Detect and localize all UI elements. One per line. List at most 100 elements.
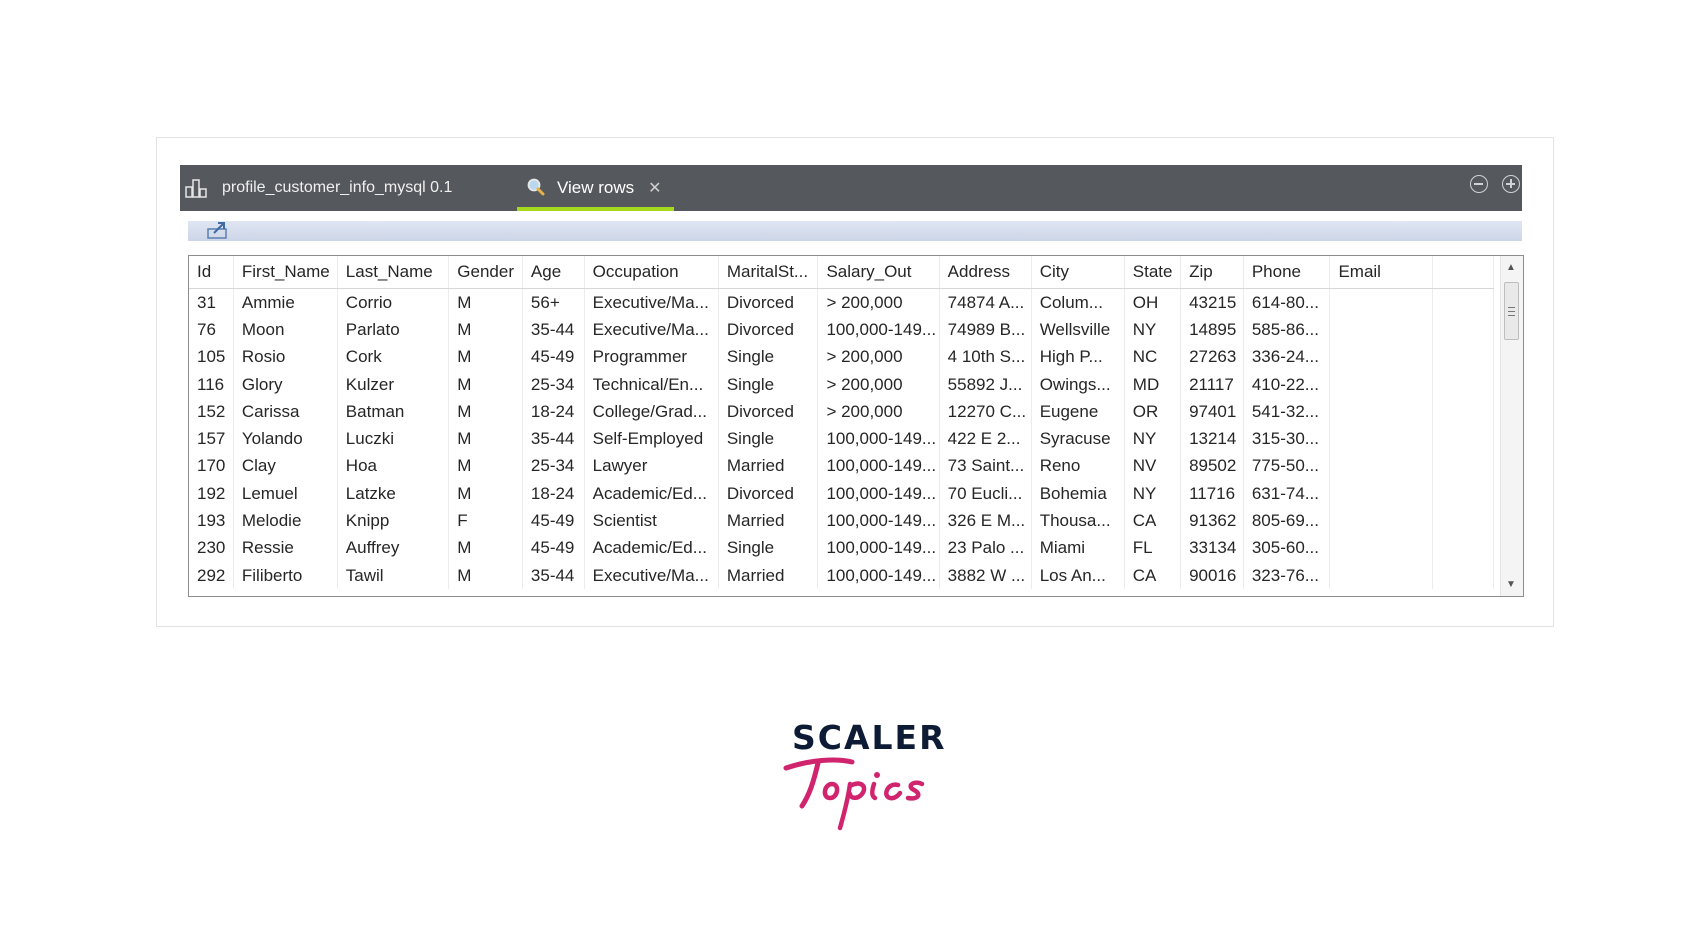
table-cell[interactable]: 4 10th S... bbox=[939, 343, 1032, 371]
table-cell[interactable]: Lemuel bbox=[233, 480, 338, 508]
column-header[interactable]: Phone bbox=[1243, 256, 1331, 289]
table-cell[interactable]: 25-34 bbox=[522, 370, 585, 399]
table-cell[interactable]: Moon bbox=[233, 316, 338, 344]
table-cell[interactable]: Scientist bbox=[584, 507, 719, 535]
table-cell[interactable] bbox=[1329, 561, 1434, 590]
table-cell[interactable]: 74874 A... bbox=[939, 288, 1032, 317]
table-cell[interactable]: 18-24 bbox=[522, 480, 585, 508]
table-cell[interactable]: 323-76... bbox=[1243, 561, 1331, 590]
table-cell[interactable]: 192 bbox=[189, 480, 234, 508]
table-cell[interactable]: 410-22... bbox=[1243, 370, 1331, 399]
table-cell[interactable]: Rosio bbox=[233, 343, 338, 371]
table-cell[interactable] bbox=[1329, 425, 1434, 453]
table-cell[interactable]: 100,000-149... bbox=[817, 507, 940, 535]
table-cell[interactable]: 18-24 bbox=[522, 398, 585, 426]
table-cell[interactable]: Wellsville bbox=[1031, 316, 1125, 344]
scroll-thumb[interactable] bbox=[1504, 282, 1519, 340]
table-cell[interactable]: M bbox=[448, 480, 523, 508]
table-cell[interactable] bbox=[1329, 452, 1434, 481]
column-header[interactable]: Id bbox=[189, 256, 234, 289]
column-header[interactable]: Email bbox=[1329, 256, 1434, 289]
minimize-icon[interactable] bbox=[1470, 175, 1488, 193]
table-cell[interactable]: NC bbox=[1124, 343, 1182, 371]
table-cell[interactable]: 585-86... bbox=[1243, 316, 1331, 344]
column-header[interactable]: Salary_Out bbox=[817, 256, 940, 289]
table-cell[interactable]: Single bbox=[718, 534, 819, 562]
table-row[interactable]: 31 Ammie Corrio M 56+ Executive/Ma... Divorced… bbox=[189, 288, 1494, 317]
table-cell[interactable]: 70 Eucli... bbox=[939, 480, 1032, 508]
table-cell[interactable]: OR bbox=[1124, 398, 1182, 426]
table-cell[interactable]: 35-44 bbox=[522, 425, 585, 453]
table-cell[interactable]: Cork bbox=[337, 343, 450, 371]
table-cell[interactable] bbox=[1432, 561, 1494, 590]
table-row[interactable]: 116 Glory Kulzer M 25-34 Technical/En... Singl… bbox=[189, 370, 1494, 399]
column-header[interactable]: MaritalSt... bbox=[718, 256, 819, 289]
table-cell[interactable]: NY bbox=[1124, 425, 1182, 453]
table-cell[interactable]: Los An... bbox=[1031, 561, 1125, 590]
table-cell[interactable]: 152 bbox=[189, 398, 234, 426]
table-cell[interactable]: 100,000-149... bbox=[817, 425, 940, 453]
table-cell[interactable]: Bohemia bbox=[1031, 480, 1125, 508]
column-header[interactable]: Age bbox=[522, 256, 585, 289]
table-cell[interactable]: CA bbox=[1124, 561, 1182, 590]
table-cell[interactable]: > 200,000 bbox=[817, 343, 940, 371]
table-cell[interactable]: Miami bbox=[1031, 534, 1125, 562]
table-cell[interactable]: 14895 bbox=[1180, 316, 1244, 344]
table-cell[interactable]: 100,000-149... bbox=[817, 316, 940, 344]
table-cell[interactable]: 305-60... bbox=[1243, 534, 1331, 562]
table-cell[interactable]: 74989 B... bbox=[939, 316, 1032, 344]
table-cell[interactable]: 97401 bbox=[1180, 398, 1244, 426]
table-cell[interactable]: Eugene bbox=[1031, 398, 1125, 426]
table-row[interactable]: 230 Ressie Auffrey M 45-49 Academic/Ed... Sing… bbox=[189, 534, 1494, 562]
table-cell[interactable]: 21117 bbox=[1180, 370, 1244, 399]
column-header[interactable]: Zip bbox=[1180, 256, 1244, 289]
tab-profile-customer-info[interactable]: profile_customer_info_mysql 0.1 bbox=[184, 165, 452, 211]
table-cell[interactable]: M bbox=[448, 398, 523, 426]
table-cell[interactable]: F bbox=[448, 507, 523, 535]
table-cell[interactable]: Married bbox=[718, 452, 819, 481]
table-cell[interactable]: Yolando bbox=[233, 425, 338, 453]
table-cell[interactable]: > 200,000 bbox=[817, 288, 940, 317]
export-icon[interactable] bbox=[206, 220, 230, 240]
column-header[interactable]: State bbox=[1124, 256, 1182, 289]
table-cell[interactable]: Thousa... bbox=[1031, 507, 1125, 535]
table-cell[interactable]: Syracuse bbox=[1031, 425, 1125, 453]
table-row[interactable]: 76 Moon Parlato M 35-44 Executive/Ma... Divorc… bbox=[189, 316, 1494, 344]
table-cell[interactable]: FL bbox=[1124, 534, 1182, 562]
table-cell[interactable]: Knipp bbox=[337, 507, 450, 535]
table-cell[interactable]: 13214 bbox=[1180, 425, 1244, 453]
table-cell[interactable] bbox=[1329, 343, 1434, 371]
table-cell[interactable] bbox=[1329, 534, 1434, 562]
table-cell[interactable]: 31 bbox=[189, 288, 234, 317]
table-cell[interactable]: Divorced bbox=[718, 398, 819, 426]
table-cell[interactable]: 170 bbox=[189, 452, 234, 481]
table-cell[interactable]: Glory bbox=[233, 370, 338, 399]
table-cell[interactable]: 91362 bbox=[1180, 507, 1244, 535]
table-cell[interactable]: Parlato bbox=[337, 316, 450, 344]
close-icon[interactable]: ✕ bbox=[648, 178, 661, 198]
column-header[interactable]: Occupation bbox=[584, 256, 719, 289]
table-cell[interactable]: 614-80... bbox=[1243, 288, 1331, 317]
table-cell[interactable]: M bbox=[448, 534, 523, 562]
table-cell[interactable]: 105 bbox=[189, 343, 234, 371]
table-cell[interactable]: College/Grad... bbox=[584, 398, 719, 426]
table-cell[interactable] bbox=[1432, 288, 1494, 317]
table-cell[interactable]: 315-30... bbox=[1243, 425, 1331, 453]
table-cell[interactable]: 45-49 bbox=[522, 507, 585, 535]
table-row[interactable]: 292 Filiberto Tawil M 35-44 Executive/Ma... Ma… bbox=[189, 561, 1494, 590]
table-cell[interactable]: Filiberto bbox=[233, 561, 338, 590]
table-cell[interactable] bbox=[1329, 507, 1434, 535]
table-cell[interactable]: High P... bbox=[1031, 343, 1125, 371]
table-cell[interactable]: 56+ bbox=[522, 288, 585, 317]
table-cell[interactable]: 90016 bbox=[1180, 561, 1244, 590]
table-cell[interactable] bbox=[1329, 288, 1434, 317]
table-cell[interactable]: 25-34 bbox=[522, 452, 585, 481]
tab-view-rows[interactable]: View rows ✕ bbox=[517, 165, 674, 211]
table-cell[interactable]: Carissa bbox=[233, 398, 338, 426]
table-cell[interactable]: Single bbox=[718, 370, 819, 399]
table-cell[interactable]: 230 bbox=[189, 534, 234, 562]
table-cell[interactable]: 35-44 bbox=[522, 316, 585, 344]
table-cell[interactable]: Kulzer bbox=[337, 370, 450, 399]
table-cell[interactable]: Melodie bbox=[233, 507, 338, 535]
column-header[interactable]: Gender bbox=[448, 256, 523, 289]
